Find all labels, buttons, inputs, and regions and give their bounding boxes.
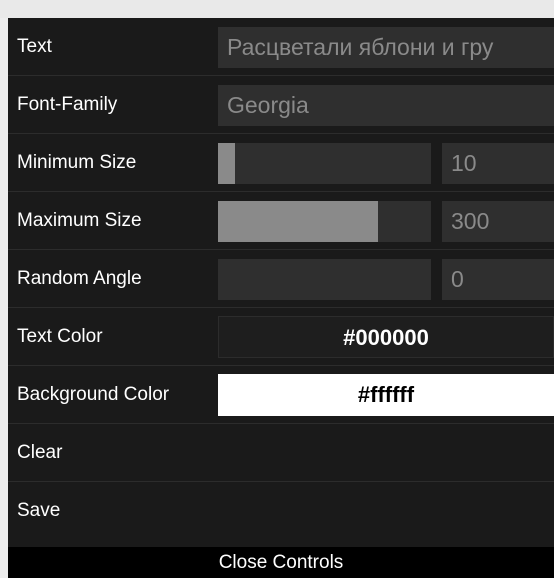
maximum-size-number-input[interactable]: 300 xyxy=(442,201,554,242)
close-controls-button[interactable]: Close Controls xyxy=(8,547,554,578)
minimum-size-label: Minimum Size xyxy=(17,152,137,173)
clear-label: Clear xyxy=(17,442,63,463)
minimum-size-slider[interactable] xyxy=(218,143,431,184)
window-top-strip xyxy=(0,0,554,18)
control-row-font-family: Font-Family Georgia xyxy=(8,76,554,133)
control-row-text-color: Text Color #000000 xyxy=(8,308,554,365)
minimum-size-slider-fill xyxy=(218,143,235,184)
text-color-label: Text Color xyxy=(17,326,103,347)
maximum-size-slider[interactable] xyxy=(218,201,431,242)
save-button[interactable]: Save xyxy=(8,482,554,539)
background-color-picker[interactable]: #ffffff xyxy=(218,374,554,416)
font-family-label: Font-Family xyxy=(17,94,118,115)
maximum-size-slider-fill xyxy=(218,201,378,242)
control-row-random-angle: Random Angle 0 xyxy=(8,250,554,307)
maximum-size-label: Maximum Size xyxy=(17,210,142,231)
control-row-text: Text Расцветали яблони и гру xyxy=(8,18,554,75)
gui-controls-panel: Text Расцветали яблони и гру Font-Family… xyxy=(8,18,554,578)
text-input[interactable]: Расцветали яблони и гру xyxy=(218,27,554,68)
save-label: Save xyxy=(17,500,61,521)
random-angle-number-input[interactable]: 0 xyxy=(442,259,554,300)
control-row-maximum-size: Maximum Size 300 xyxy=(8,192,554,249)
control-row-background-color: Background Color #ffffff xyxy=(8,366,554,423)
control-row-minimum-size: Minimum Size 10 xyxy=(8,134,554,191)
clear-button[interactable]: Clear xyxy=(8,424,554,481)
font-family-input[interactable]: Georgia xyxy=(218,85,554,126)
text-color-picker[interactable]: #000000 xyxy=(218,316,554,358)
random-angle-label: Random Angle xyxy=(17,268,142,289)
text-label: Text xyxy=(17,36,52,57)
random-angle-slider[interactable] xyxy=(218,259,431,300)
minimum-size-number-input[interactable]: 10 xyxy=(442,143,554,184)
background-color-label: Background Color xyxy=(17,384,170,405)
